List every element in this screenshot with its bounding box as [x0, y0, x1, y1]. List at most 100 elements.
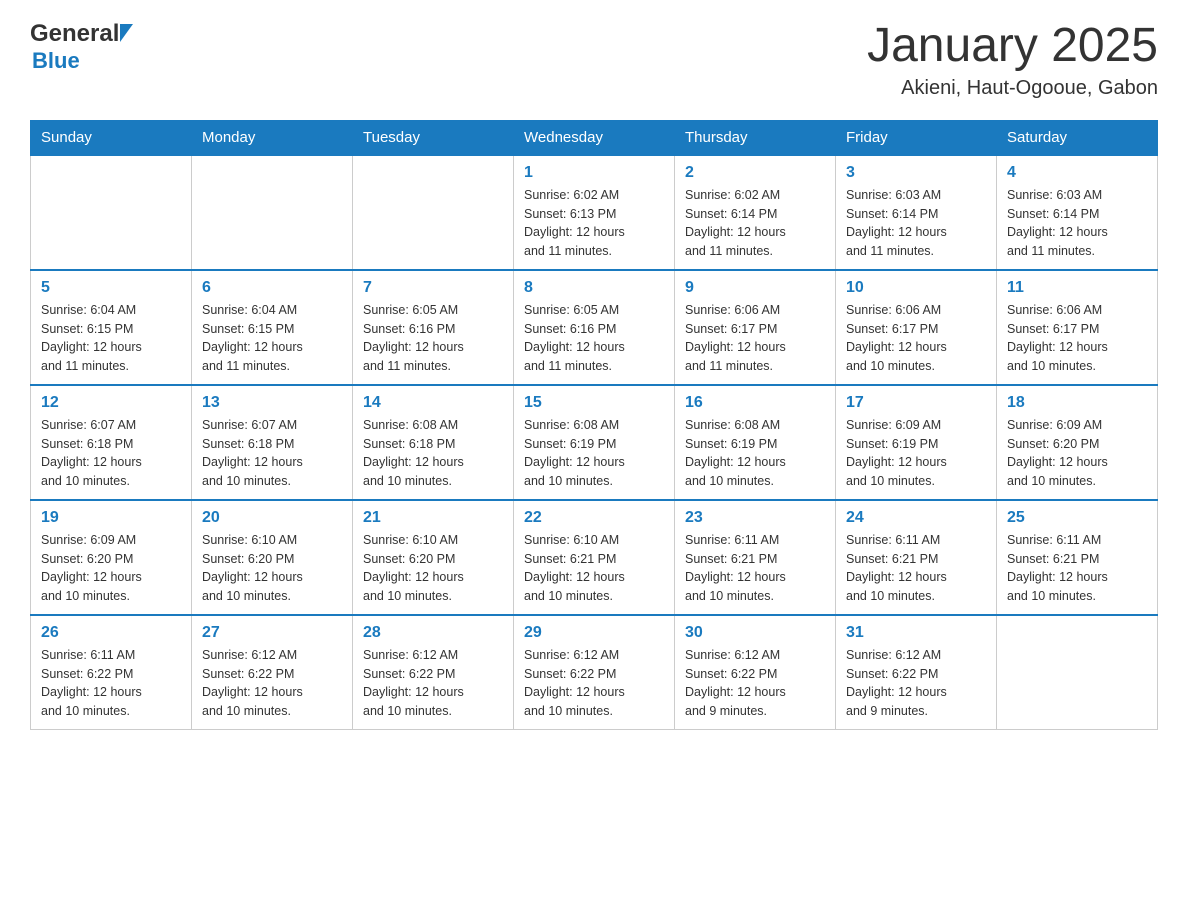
day-info: Sunrise: 6:09 AM Sunset: 6:19 PM Dayligh…	[846, 416, 986, 491]
day-info: Sunrise: 6:02 AM Sunset: 6:13 PM Dayligh…	[524, 186, 664, 261]
day-info: Sunrise: 6:10 AM Sunset: 6:20 PM Dayligh…	[363, 531, 503, 606]
calendar-cell-11: 11 Sunrise: 6:06 AM Sunset: 6:17 PM Dayli…	[997, 270, 1158, 385]
day-info: Sunrise: 6:12 AM Sunset: 6:22 PM Dayligh…	[685, 646, 825, 721]
day-number: 14	[363, 394, 503, 412]
calendar-header-saturday: Saturday	[997, 120, 1158, 155]
calendar-week-4: 19 Sunrise: 6:09 AM Sunset: 6:20 PM Dayli…	[31, 500, 1158, 615]
calendar-cell-28: 28 Sunrise: 6:12 AM Sunset: 6:22 PM Dayli…	[353, 615, 514, 730]
day-info: Sunrise: 6:04 AM Sunset: 6:15 PM Dayligh…	[202, 301, 342, 376]
calendar-header-monday: Monday	[192, 120, 353, 155]
day-number: 7	[363, 279, 503, 297]
calendar-cell-7: 7Sunrise: 6:05 AM Sunset: 6:16 PM Daylig…	[353, 270, 514, 385]
calendar-week-1: 1 Sunrise: 6:02 AM Sunset: 6:13 PM Daylig…	[31, 155, 1158, 270]
page-title: January 2025	[867, 20, 1158, 73]
calendar-cell-17: 17 Sunrise: 6:09 AM Sunset: 6:19 PM Dayli…	[836, 385, 997, 500]
day-number: 19	[41, 509, 181, 527]
logo-triangle-icon	[120, 24, 133, 42]
day-number: 22	[524, 509, 664, 527]
calendar-cell-30: 30 Sunrise: 6:12 AM Sunset: 6:22 PM Dayli…	[675, 615, 836, 730]
day-info: Sunrise: 6:12 AM Sunset: 6:22 PM Dayligh…	[363, 646, 503, 721]
calendar-cell-empty	[997, 615, 1158, 730]
page-header: General Blue January 2025 Akieni, Haut-O…	[30, 20, 1158, 100]
day-number: 29	[524, 624, 664, 642]
calendar-cell-14: 14 Sunrise: 6:08 AM Sunset: 6:18 PM Dayli…	[353, 385, 514, 500]
day-number: 21	[363, 509, 503, 527]
calendar-cell-16: 16Sunrise: 6:08 AM Sunset: 6:19 PM Dayli…	[675, 385, 836, 500]
day-number: 31	[846, 624, 986, 642]
calendar-cell-19: 19 Sunrise: 6:09 AM Sunset: 6:20 PM Dayli…	[31, 500, 192, 615]
day-info: Sunrise: 6:11 AM Sunset: 6:21 PM Dayligh…	[1007, 531, 1147, 606]
calendar-cell-23: 23Sunrise: 6:11 AM Sunset: 6:21 PM Dayli…	[675, 500, 836, 615]
logo-blue-text: Blue	[32, 48, 80, 73]
calendar-cell-29: 29Sunrise: 6:12 AM Sunset: 6:22 PM Dayli…	[514, 615, 675, 730]
calendar-cell-empty	[31, 155, 192, 270]
day-number: 15	[524, 394, 664, 412]
calendar-header-sunday: Sunday	[31, 120, 192, 155]
day-number: 30	[685, 624, 825, 642]
day-number: 9	[685, 279, 825, 297]
day-info: Sunrise: 6:11 AM Sunset: 6:21 PM Dayligh…	[685, 531, 825, 606]
calendar-cell-empty	[192, 155, 353, 270]
page-subtitle: Akieni, Haut-Ogooue, Gabon	[867, 77, 1158, 100]
logo: General Blue	[30, 20, 133, 74]
day-info: Sunrise: 6:06 AM Sunset: 6:17 PM Dayligh…	[685, 301, 825, 376]
calendar-header-tuesday: Tuesday	[353, 120, 514, 155]
day-info: Sunrise: 6:04 AM Sunset: 6:15 PM Dayligh…	[41, 301, 181, 376]
calendar-cell-15: 15 Sunrise: 6:08 AM Sunset: 6:19 PM Dayli…	[514, 385, 675, 500]
day-number: 11	[1007, 279, 1147, 297]
day-info: Sunrise: 6:03 AM Sunset: 6:14 PM Dayligh…	[846, 186, 986, 261]
day-number: 10	[846, 279, 986, 297]
day-number: 12	[41, 394, 181, 412]
day-info: Sunrise: 6:08 AM Sunset: 6:18 PM Dayligh…	[363, 416, 503, 491]
calendar-header-wednesday: Wednesday	[514, 120, 675, 155]
calendar-cell-20: 20Sunrise: 6:10 AM Sunset: 6:20 PM Dayli…	[192, 500, 353, 615]
calendar-cell-27: 27Sunrise: 6:12 AM Sunset: 6:22 PM Dayli…	[192, 615, 353, 730]
calendar-cell-31: 31Sunrise: 6:12 AM Sunset: 6:22 PM Dayli…	[836, 615, 997, 730]
day-number: 26	[41, 624, 181, 642]
calendar-cell-22: 22 Sunrise: 6:10 AM Sunset: 6:21 PM Dayli…	[514, 500, 675, 615]
day-number: 27	[202, 624, 342, 642]
day-number: 3	[846, 164, 986, 182]
calendar-cell-1: 1 Sunrise: 6:02 AM Sunset: 6:13 PM Daylig…	[514, 155, 675, 270]
day-info: Sunrise: 6:07 AM Sunset: 6:18 PM Dayligh…	[41, 416, 181, 491]
calendar-week-3: 12 Sunrise: 6:07 AM Sunset: 6:18 PM Dayli…	[31, 385, 1158, 500]
calendar-cell-8: 8Sunrise: 6:05 AM Sunset: 6:16 PM Daylig…	[514, 270, 675, 385]
calendar-cell-3: 3 Sunrise: 6:03 AM Sunset: 6:14 PM Daylig…	[836, 155, 997, 270]
day-info: Sunrise: 6:05 AM Sunset: 6:16 PM Dayligh…	[524, 301, 664, 376]
day-number: 6	[202, 279, 342, 297]
calendar-header-friday: Friday	[836, 120, 997, 155]
day-number: 2	[685, 164, 825, 182]
day-number: 4	[1007, 164, 1147, 182]
day-info: Sunrise: 6:03 AM Sunset: 6:14 PM Dayligh…	[1007, 186, 1147, 261]
day-info: Sunrise: 6:10 AM Sunset: 6:20 PM Dayligh…	[202, 531, 342, 606]
calendar-cell-26: 26 Sunrise: 6:11 AM Sunset: 6:22 PM Dayli…	[31, 615, 192, 730]
day-info: Sunrise: 6:07 AM Sunset: 6:18 PM Dayligh…	[202, 416, 342, 491]
calendar-cell-6: 6 Sunrise: 6:04 AM Sunset: 6:15 PM Daylig…	[192, 270, 353, 385]
day-number: 24	[846, 509, 986, 527]
day-info: Sunrise: 6:09 AM Sunset: 6:20 PM Dayligh…	[41, 531, 181, 606]
calendar-cell-13: 13 Sunrise: 6:07 AM Sunset: 6:18 PM Dayli…	[192, 385, 353, 500]
day-info: Sunrise: 6:08 AM Sunset: 6:19 PM Dayligh…	[524, 416, 664, 491]
calendar-cell-10: 10 Sunrise: 6:06 AM Sunset: 6:17 PM Dayli…	[836, 270, 997, 385]
day-number: 28	[363, 624, 503, 642]
calendar-header-thursday: Thursday	[675, 120, 836, 155]
calendar-header-row: SundayMondayTuesdayWednesdayThursdayFrid…	[31, 120, 1158, 155]
calendar-cell-18: 18Sunrise: 6:09 AM Sunset: 6:20 PM Dayli…	[997, 385, 1158, 500]
calendar-week-2: 5 Sunrise: 6:04 AM Sunset: 6:15 PM Daylig…	[31, 270, 1158, 385]
calendar-table: SundayMondayTuesdayWednesdayThursdayFrid…	[30, 120, 1158, 730]
calendar-cell-4: 4 Sunrise: 6:03 AM Sunset: 6:14 PM Daylig…	[997, 155, 1158, 270]
day-info: Sunrise: 6:06 AM Sunset: 6:17 PM Dayligh…	[846, 301, 986, 376]
calendar-cell-12: 12 Sunrise: 6:07 AM Sunset: 6:18 PM Dayli…	[31, 385, 192, 500]
day-number: 1	[524, 164, 664, 182]
day-info: Sunrise: 6:10 AM Sunset: 6:21 PM Dayligh…	[524, 531, 664, 606]
day-number: 25	[1007, 509, 1147, 527]
day-info: Sunrise: 6:11 AM Sunset: 6:22 PM Dayligh…	[41, 646, 181, 721]
day-number: 17	[846, 394, 986, 412]
calendar-cell-5: 5 Sunrise: 6:04 AM Sunset: 6:15 PM Daylig…	[31, 270, 192, 385]
day-number: 5	[41, 279, 181, 297]
calendar-cell-empty	[353, 155, 514, 270]
day-number: 13	[202, 394, 342, 412]
day-info: Sunrise: 6:11 AM Sunset: 6:21 PM Dayligh…	[846, 531, 986, 606]
day-info: Sunrise: 6:06 AM Sunset: 6:17 PM Dayligh…	[1007, 301, 1147, 376]
day-info: Sunrise: 6:09 AM Sunset: 6:20 PM Dayligh…	[1007, 416, 1147, 491]
